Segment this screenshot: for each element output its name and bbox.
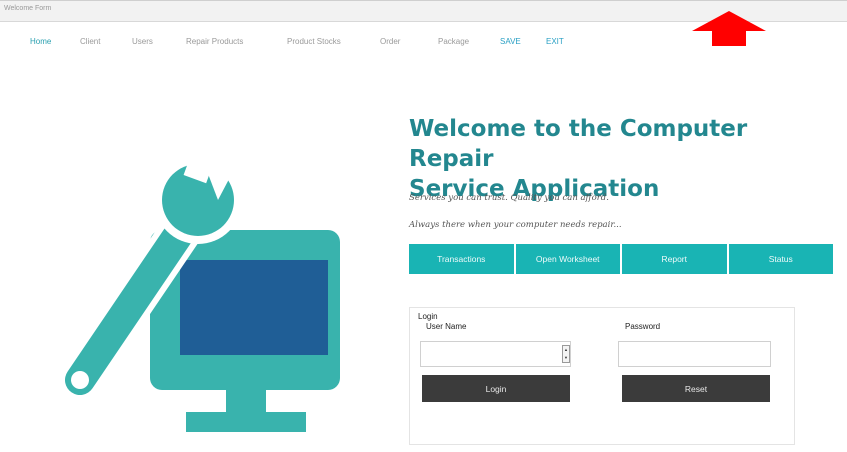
nav-client[interactable]: Client bbox=[80, 37, 100, 46]
nav-repair-products[interactable]: Repair Products bbox=[186, 37, 243, 46]
wrench-monitor-icon bbox=[59, 146, 340, 432]
nav-exit[interactable]: EXIT bbox=[546, 37, 564, 46]
tab-open-worksheet[interactable]: Open Worksheet bbox=[515, 244, 622, 274]
nav-package[interactable]: Package bbox=[438, 37, 469, 46]
tab-status[interactable]: Status bbox=[728, 244, 833, 274]
tab-report[interactable]: Report bbox=[622, 244, 729, 274]
login-group: Login User Name Password ▲ ▼ Login Reset bbox=[409, 307, 795, 445]
nav-product-stocks[interactable]: Product Stocks bbox=[287, 37, 341, 46]
password-label: Password bbox=[625, 322, 661, 331]
login-button[interactable]: Login bbox=[422, 375, 570, 402]
reset-button[interactable]: Reset bbox=[622, 375, 770, 402]
nav-home[interactable]: Home bbox=[30, 37, 51, 46]
action-tabs: Transactions Open Worksheet Report Statu… bbox=[409, 244, 833, 274]
tagline-always-there: Always there when your computer needs re… bbox=[409, 220, 622, 230]
page-title: Welcome to the Computer Repair Service A… bbox=[409, 114, 839, 204]
page-title-line1: Welcome to the Computer Repair bbox=[409, 116, 748, 172]
red-arrow-up-icon bbox=[692, 11, 766, 46]
username-spin-button[interactable]: ▲ ▼ bbox=[562, 345, 570, 363]
tagline-trust: Services you can trust. Quality you can … bbox=[409, 193, 609, 203]
nav-users[interactable]: Users bbox=[132, 37, 153, 46]
login-legend: Login bbox=[418, 312, 438, 321]
username-label: User Name bbox=[426, 322, 467, 331]
tab-transactions[interactable]: Transactions bbox=[409, 244, 516, 274]
nav-save[interactable]: SAVE bbox=[500, 37, 521, 46]
window-title: Welcome Form bbox=[4, 5, 52, 12]
username-input[interactable]: ▲ ▼ bbox=[420, 341, 571, 367]
password-input[interactable] bbox=[618, 341, 771, 367]
spin-up-icon: ▲ bbox=[564, 347, 568, 352]
spin-down-icon: ▼ bbox=[564, 355, 568, 360]
nav-order[interactable]: Order bbox=[380, 37, 400, 46]
